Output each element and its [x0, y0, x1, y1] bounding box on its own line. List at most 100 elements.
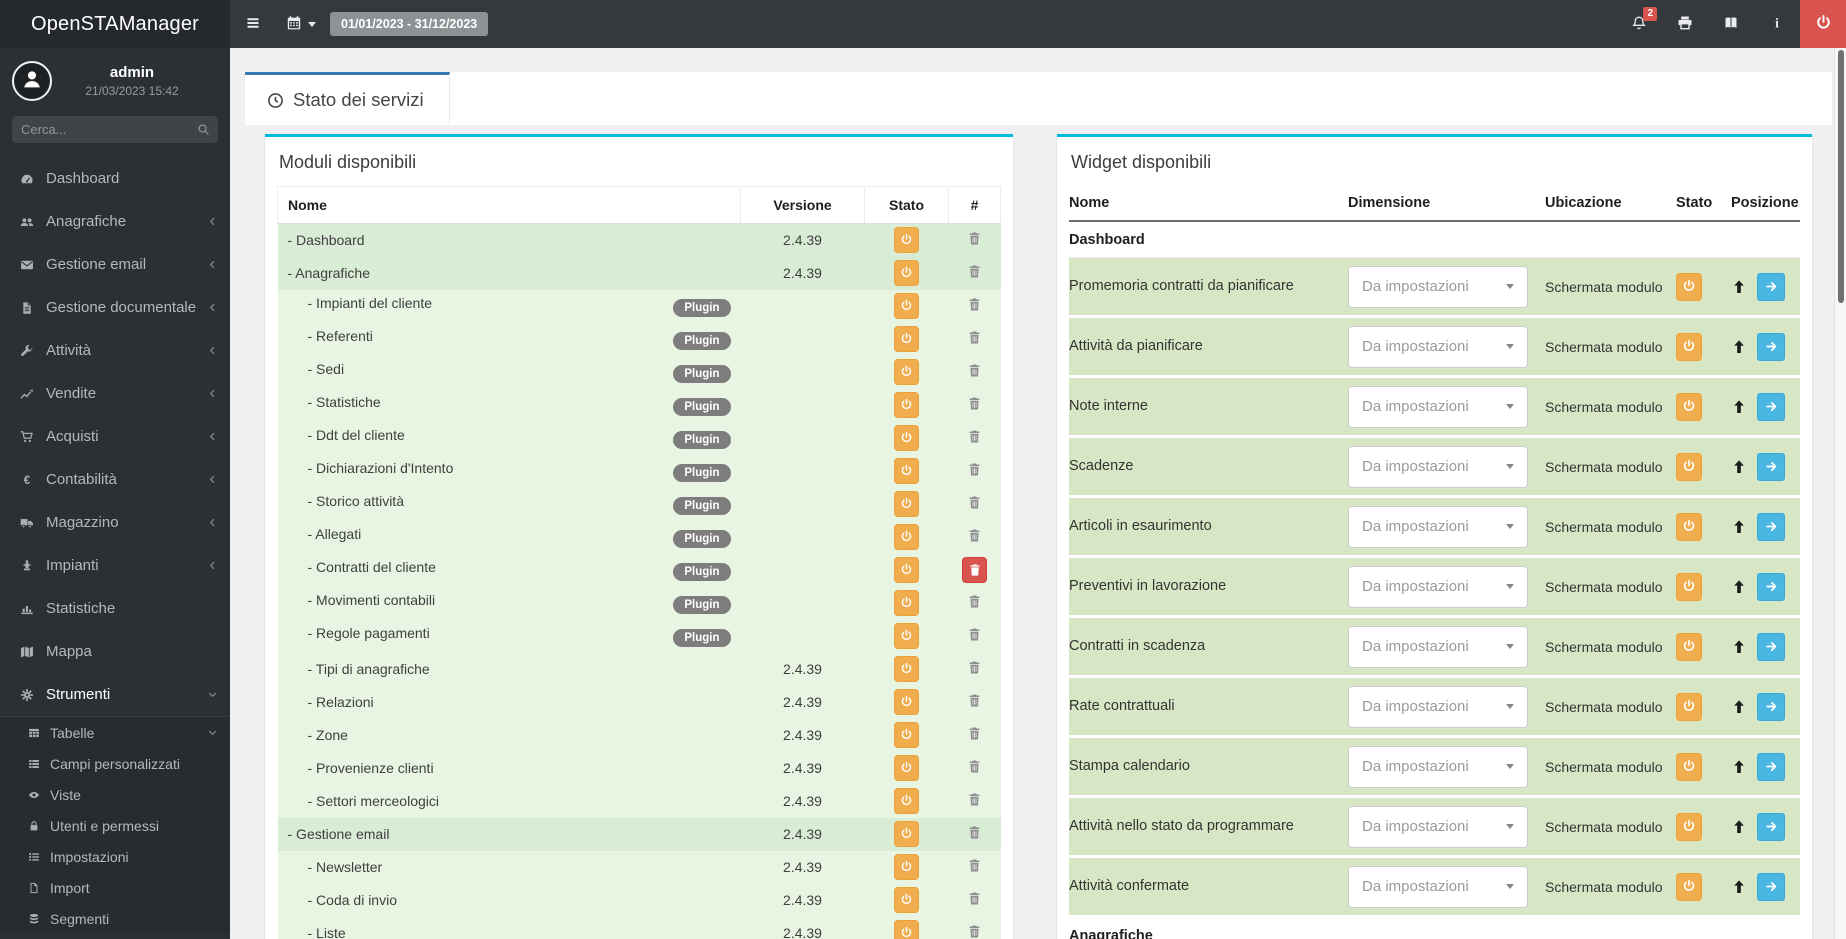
arrow-up-icon[interactable]	[1731, 699, 1747, 715]
widget-status-toggle[interactable]	[1676, 872, 1702, 901]
move-widget-button[interactable]	[1757, 572, 1785, 601]
trash-icon[interactable]	[967, 264, 982, 279]
module-status-toggle[interactable]	[894, 821, 919, 847]
trash-icon[interactable]	[967, 792, 982, 807]
trash-icon[interactable]	[967, 231, 982, 246]
move-widget-button[interactable]	[1757, 512, 1785, 541]
sidebar-subitem-viste[interactable]: Viste	[0, 779, 230, 810]
dimension-select[interactable]: Da impostazioni	[1348, 325, 1528, 368]
module-status-toggle[interactable]	[894, 623, 919, 649]
dimension-select[interactable]: Da impostazioni	[1348, 805, 1528, 848]
sidebar-subitem-campi-personalizzati[interactable]: Campi personalizzati	[0, 748, 230, 779]
module-status-toggle[interactable]	[894, 392, 919, 418]
trash-icon[interactable]	[967, 330, 982, 345]
widget-status-toggle[interactable]	[1676, 452, 1702, 481]
widget-status-toggle[interactable]	[1676, 512, 1702, 541]
sidebar-item-mappa[interactable]: Mappa	[0, 630, 230, 673]
dimension-select[interactable]: Da impostazioni	[1348, 625, 1528, 668]
sidebar-item-gestione-email[interactable]: Gestione email	[0, 243, 230, 286]
info-button[interactable]: i	[1754, 0, 1800, 48]
module-status-toggle[interactable]	[894, 590, 919, 616]
module-status-toggle[interactable]	[894, 755, 919, 781]
avatar[interactable]	[12, 61, 52, 101]
module-status-toggle[interactable]	[894, 326, 919, 352]
dimension-select[interactable]: Da impostazioni	[1348, 865, 1528, 908]
module-status-toggle[interactable]	[894, 557, 919, 583]
trash-icon[interactable]	[967, 858, 982, 873]
search-input[interactable]	[21, 122, 197, 137]
dimension-select[interactable]: Da impostazioni	[1348, 265, 1528, 308]
dimension-select[interactable]: Da impostazioni	[1348, 565, 1528, 608]
sidebar-subitem-segmenti[interactable]: Segmenti	[0, 903, 230, 934]
move-widget-button[interactable]	[1757, 872, 1785, 901]
arrow-up-icon[interactable]	[1731, 459, 1747, 475]
dimension-select[interactable]: Da impostazioni	[1348, 685, 1528, 728]
dimension-select[interactable]: Da impostazioni	[1348, 505, 1528, 548]
module-status-toggle[interactable]	[894, 887, 919, 913]
sidebar-item-acquisti[interactable]: Acquisti	[0, 415, 230, 458]
trash-icon[interactable]	[967, 462, 982, 477]
sidebar-item-impianti[interactable]: Impianti	[0, 544, 230, 587]
module-status-toggle[interactable]	[894, 425, 919, 451]
trash-icon[interactable]	[967, 594, 982, 609]
dimension-select[interactable]: Da impostazioni	[1348, 745, 1528, 788]
trash-icon[interactable]	[967, 396, 982, 411]
arrow-up-icon[interactable]	[1731, 639, 1747, 655]
trash-icon[interactable]	[967, 495, 982, 510]
trash-icon[interactable]	[967, 693, 982, 708]
trash-icon[interactable]	[967, 297, 982, 312]
widget-status-toggle[interactable]	[1676, 632, 1702, 661]
arrow-up-icon[interactable]	[1731, 519, 1747, 535]
trash-icon[interactable]	[967, 759, 982, 774]
module-status-toggle[interactable]	[894, 359, 919, 385]
module-status-toggle[interactable]	[894, 458, 919, 484]
date-range-badge[interactable]: 01/01/2023 - 31/12/2023	[330, 12, 489, 36]
trash-icon[interactable]	[967, 726, 982, 741]
module-status-toggle[interactable]	[894, 920, 919, 939]
sidebar-item-anagrafiche[interactable]: Anagrafiche	[0, 200, 230, 243]
arrow-up-icon[interactable]	[1731, 759, 1747, 775]
sidebar-subitem-impostazioni[interactable]: Impostazioni	[0, 841, 230, 872]
sidebar-subitem-import[interactable]: Import	[0, 872, 230, 903]
trash-icon[interactable]	[967, 891, 982, 906]
trash-icon[interactable]	[967, 627, 982, 642]
module-status-toggle[interactable]	[894, 293, 919, 319]
calendar-button[interactable]	[276, 0, 326, 48]
module-status-toggle[interactable]	[894, 722, 919, 748]
arrow-up-icon[interactable]	[1731, 399, 1747, 415]
widget-status-toggle[interactable]	[1676, 392, 1702, 421]
trash-icon[interactable]	[967, 429, 982, 444]
move-widget-button[interactable]	[1757, 272, 1785, 301]
sidebar-item-contabilit[interactable]: € Contabilità	[0, 458, 230, 501]
docs-button[interactable]	[1708, 0, 1754, 48]
arrow-up-icon[interactable]	[1731, 579, 1747, 595]
notifications-button[interactable]: 2	[1616, 0, 1662, 48]
move-widget-button[interactable]	[1757, 392, 1785, 421]
module-delete-button[interactable]	[962, 557, 987, 583]
arrow-up-icon[interactable]	[1731, 279, 1747, 295]
module-status-toggle[interactable]	[894, 227, 919, 254]
widget-status-toggle[interactable]	[1676, 332, 1702, 361]
module-status-toggle[interactable]	[894, 260, 919, 286]
search-icon[interactable]	[197, 123, 210, 136]
dimension-select[interactable]: Da impostazioni	[1348, 445, 1528, 488]
arrow-up-icon[interactable]	[1731, 339, 1747, 355]
widget-status-toggle[interactable]	[1676, 692, 1702, 721]
scrollbar-thumb[interactable]	[1838, 50, 1844, 303]
logout-button[interactable]	[1800, 0, 1846, 48]
move-widget-button[interactable]	[1757, 632, 1785, 661]
trash-icon[interactable]	[967, 924, 982, 939]
module-status-toggle[interactable]	[894, 491, 919, 517]
page-scrollbar[interactable]	[1834, 48, 1846, 939]
move-widget-button[interactable]	[1757, 812, 1785, 841]
sidebar-item-vendite[interactable]: Vendite	[0, 372, 230, 415]
sidebar-item-dashboard[interactable]: Dashboard	[0, 157, 230, 200]
widget-status-toggle[interactable]	[1676, 272, 1702, 301]
move-widget-button[interactable]	[1757, 452, 1785, 481]
dimension-select[interactable]: Da impostazioni	[1348, 385, 1528, 428]
tab-stato-dei-servizi[interactable]: Stato dei servizi	[245, 72, 450, 125]
arrow-up-icon[interactable]	[1731, 819, 1747, 835]
widget-status-toggle[interactable]	[1676, 752, 1702, 781]
module-status-toggle[interactable]	[894, 788, 919, 814]
module-status-toggle[interactable]	[894, 524, 919, 550]
